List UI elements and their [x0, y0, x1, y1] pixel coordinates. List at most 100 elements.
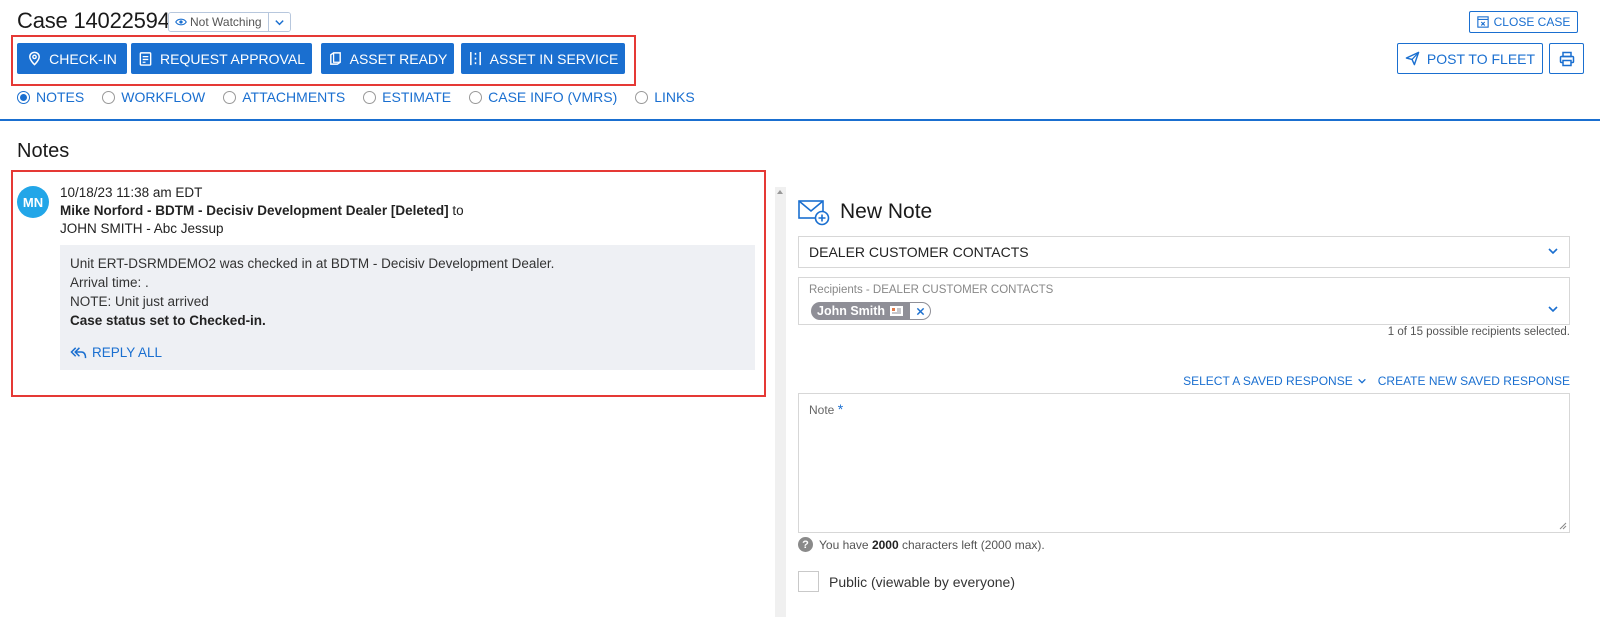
- asset-ready-icon: [329, 52, 341, 65]
- chars-prefix: You have: [819, 537, 869, 552]
- radio-icon: [469, 90, 483, 104]
- create-saved-response-link[interactable]: CREATE NEW SAVED RESPONSE: [1378, 374, 1570, 388]
- avatar: MN: [17, 186, 49, 218]
- note-body-line: NOTE: Unit just arrived: [70, 294, 209, 309]
- mail-add-icon: [798, 200, 830, 226]
- recipients-field[interactable]: Recipients - DEALER CUSTOMER CONTACTS Jo…: [798, 277, 1570, 325]
- request-approval-label: REQUEST APPROVAL: [160, 50, 305, 67]
- public-checkbox[interactable]: [798, 571, 819, 592]
- post-to-fleet-label: POST TO FLEET: [1426, 50, 1536, 67]
- note-body-line: Arrival time: .: [70, 275, 149, 290]
- tab-workflow[interactable]: WORKFLOW: [102, 89, 205, 105]
- post-to-fleet-button[interactable]: POST TO FLEET: [1397, 43, 1543, 74]
- tab-label: CASE INFO (VMRS): [488, 89, 618, 105]
- tab-label: ESTIMATE: [382, 89, 452, 105]
- tab-label: NOTES: [36, 89, 85, 105]
- note-body-line: Unit ERT-DSRMDEMO2 was checked in at BDT…: [70, 256, 555, 271]
- reply-all-button[interactable]: REPLY ALL: [70, 343, 745, 362]
- radio-icon: [635, 90, 649, 104]
- check-in-label: CHECK-IN: [49, 50, 117, 67]
- radio-icon: [102, 90, 116, 104]
- watch-button[interactable]: Not Watching: [169, 13, 268, 31]
- contact-card-icon: [890, 306, 904, 316]
- tab-estimate[interactable]: ESTIMATE: [363, 89, 451, 105]
- public-option: Public (viewable by everyone): [798, 571, 1015, 592]
- note-timestamp: 10/18/23 11:38 am EDT: [60, 185, 203, 200]
- resize-handle-icon[interactable]: [1558, 521, 1567, 530]
- note-textarea[interactable]: Note *: [798, 393, 1570, 533]
- contact-type-select[interactable]: DEALER CUSTOMER CONTACTS: [798, 236, 1570, 268]
- printer-icon: [1559, 51, 1574, 66]
- note-to-word: to: [452, 203, 464, 218]
- select-saved-response-label: SELECT A SAVED RESPONSE: [1183, 374, 1353, 388]
- watch-dropdown-button[interactable]: [267, 13, 290, 31]
- close-case-button[interactable]: CLOSE CASE: [1469, 11, 1578, 33]
- asset-in-service-button[interactable]: ASSET IN SERVICE: [461, 43, 625, 74]
- map-pin-icon: [29, 51, 41, 66]
- new-note-title: New Note: [840, 200, 933, 223]
- asset-in-service-icon: [469, 51, 481, 66]
- check-in-button[interactable]: CHECK-IN: [17, 43, 127, 74]
- tab-label: ATTACHMENTS: [242, 89, 346, 105]
- remove-recipient-button[interactable]: [909, 302, 932, 320]
- reply-all-label: REPLY ALL: [92, 345, 163, 360]
- help-icon[interactable]: ?: [798, 537, 813, 552]
- send-icon: [1405, 51, 1420, 66]
- notes-heading: Notes: [17, 140, 70, 162]
- note-author: Mike Norford - BDTM - Decisiv Developmen…: [60, 203, 449, 218]
- recipient-chip-label: John Smith: [817, 304, 886, 318]
- reply-all-icon: [70, 347, 87, 359]
- required-mark: *: [837, 401, 844, 417]
- note-status-line: Case status set to Checked-in.: [70, 313, 266, 328]
- tab-case-info[interactable]: CASE INFO (VMRS): [469, 89, 617, 105]
- character-counter: ? You have 2000 characters left (2000 ma…: [798, 537, 1045, 552]
- scrollbar[interactable]: [775, 187, 786, 617]
- tab-notes[interactable]: NOTES: [17, 89, 84, 105]
- tab-attachments[interactable]: ATTACHMENTS: [223, 89, 345, 105]
- chevron-down-icon[interactable]: [1547, 302, 1559, 320]
- create-saved-response-label: CREATE NEW SAVED RESPONSE: [1377, 374, 1570, 388]
- select-saved-response-link[interactable]: SELECT A SAVED RESPONSE: [1183, 374, 1367, 388]
- tab-label: WORKFLOW: [121, 89, 206, 105]
- note-recipient: JOHN SMITH - Abc Jessup: [60, 221, 224, 236]
- tab-bar: NOTES WORKFLOW ATTACHMENTS ESTIMATE CASE…: [17, 89, 713, 105]
- close-case-label: CLOSE CASE: [1493, 15, 1571, 29]
- recipient-chip-main: John Smith: [811, 302, 910, 320]
- note-body: Unit ERT-DSRMDEMO2 was checked in at BDT…: [60, 245, 755, 370]
- clipboard-check-icon: [139, 52, 152, 66]
- asset-ready-button[interactable]: ASSET READY: [321, 43, 454, 74]
- tab-divider: [0, 119, 1600, 121]
- asset-ready-label: ASSET READY: [349, 50, 448, 67]
- recipient-chip: John Smith: [811, 302, 932, 320]
- chevron-down-icon: [1357, 378, 1366, 384]
- watch-label: Not Watching: [190, 15, 262, 29]
- scroll-up-arrow-icon[interactable]: [777, 190, 783, 194]
- eye-icon: [175, 18, 187, 26]
- close-case-icon: [1476, 16, 1489, 28]
- tab-links[interactable]: LINKS: [635, 89, 695, 105]
- asset-in-service-label: ASSET IN SERVICE: [489, 50, 619, 67]
- recipients-label: Recipients - DEALER CUSTOMER CONTACTS: [809, 284, 1054, 296]
- contact-type-value: DEALER CUSTOMER CONTACTS: [809, 244, 1029, 260]
- radio-icon: [363, 90, 377, 104]
- recipients-count: 1 of 15 possible recipients selected.: [1387, 326, 1570, 338]
- chars-left: 2000: [871, 537, 899, 552]
- new-note-header: New Note: [798, 198, 932, 226]
- chevron-down-icon: [274, 19, 284, 25]
- chevron-down-icon: [1547, 244, 1559, 260]
- tab-label: LINKS: [654, 89, 695, 105]
- radio-icon: [223, 90, 237, 104]
- request-approval-button[interactable]: REQUEST APPROVAL: [131, 43, 312, 74]
- public-label: Public (viewable by everyone): [829, 573, 1015, 590]
- chars-suffix: characters left (2000 max).: [902, 537, 1045, 552]
- close-icon: [916, 307, 924, 315]
- chars-text: You have 2000 characters left (2000 max)…: [819, 538, 1045, 552]
- note-label: Note: [809, 403, 835, 417]
- watch-toggle[interactable]: Not Watching: [168, 12, 291, 32]
- page-title: Case 14022594: [17, 8, 170, 33]
- radio-selected-icon: [17, 90, 30, 104]
- note-meta: 10/18/23 11:38 am EDT Mike Norford - BDT…: [60, 184, 464, 238]
- print-button[interactable]: [1549, 43, 1584, 74]
- saved-response-links: SELECT A SAVED RESPONSE CREATE NEW SAVED…: [798, 374, 1570, 388]
- note-from-line: Mike Norford - BDTM - Decisiv Developmen…: [60, 202, 464, 220]
